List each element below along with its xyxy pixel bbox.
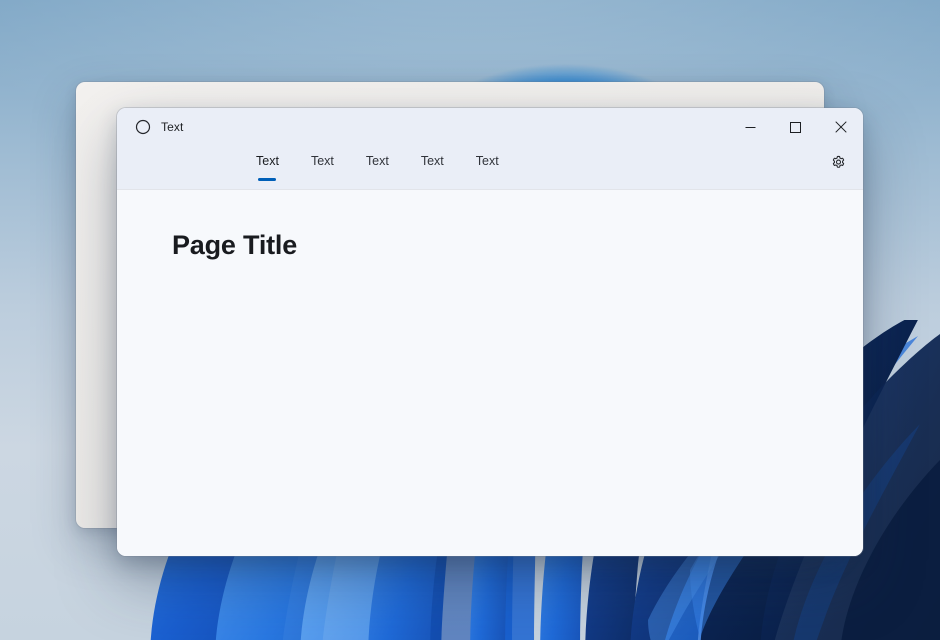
close-icon — [835, 121, 847, 133]
desktop: Text — [0, 0, 940, 640]
tab-label: Text — [256, 146, 279, 168]
tab-3[interactable]: Text — [418, 146, 447, 186]
circle-outline-icon — [135, 119, 151, 135]
tabstrip: Text Text Text Text Text — [117, 146, 863, 190]
tab-4[interactable]: Text — [473, 146, 502, 186]
window-title: Text — [161, 121, 183, 133]
gear-icon — [830, 155, 847, 177]
titlebar[interactable]: Text — [117, 108, 863, 146]
tab-active-indicator — [258, 178, 276, 181]
tab-label: Text — [311, 146, 334, 168]
settings-button[interactable] — [822, 150, 854, 182]
minimize-button[interactable] — [728, 108, 773, 146]
tab-2[interactable]: Text — [363, 146, 392, 186]
tab-1[interactable]: Text — [308, 146, 337, 186]
page-title: Page Title — [172, 230, 863, 261]
minimize-icon — [745, 122, 756, 133]
tab-label: Text — [421, 146, 444, 168]
maximize-button[interactable] — [773, 108, 818, 146]
tab-label: Text — [366, 146, 389, 168]
tab-label: Text — [476, 146, 499, 168]
active-window: Text — [117, 108, 863, 556]
tab-0[interactable]: Text — [253, 146, 282, 186]
maximize-icon — [790, 122, 801, 133]
window-controls — [728, 108, 863, 146]
content-area: Page Title — [117, 190, 863, 556]
close-button[interactable] — [818, 108, 863, 146]
titlebar-left-group: Text — [117, 119, 183, 135]
